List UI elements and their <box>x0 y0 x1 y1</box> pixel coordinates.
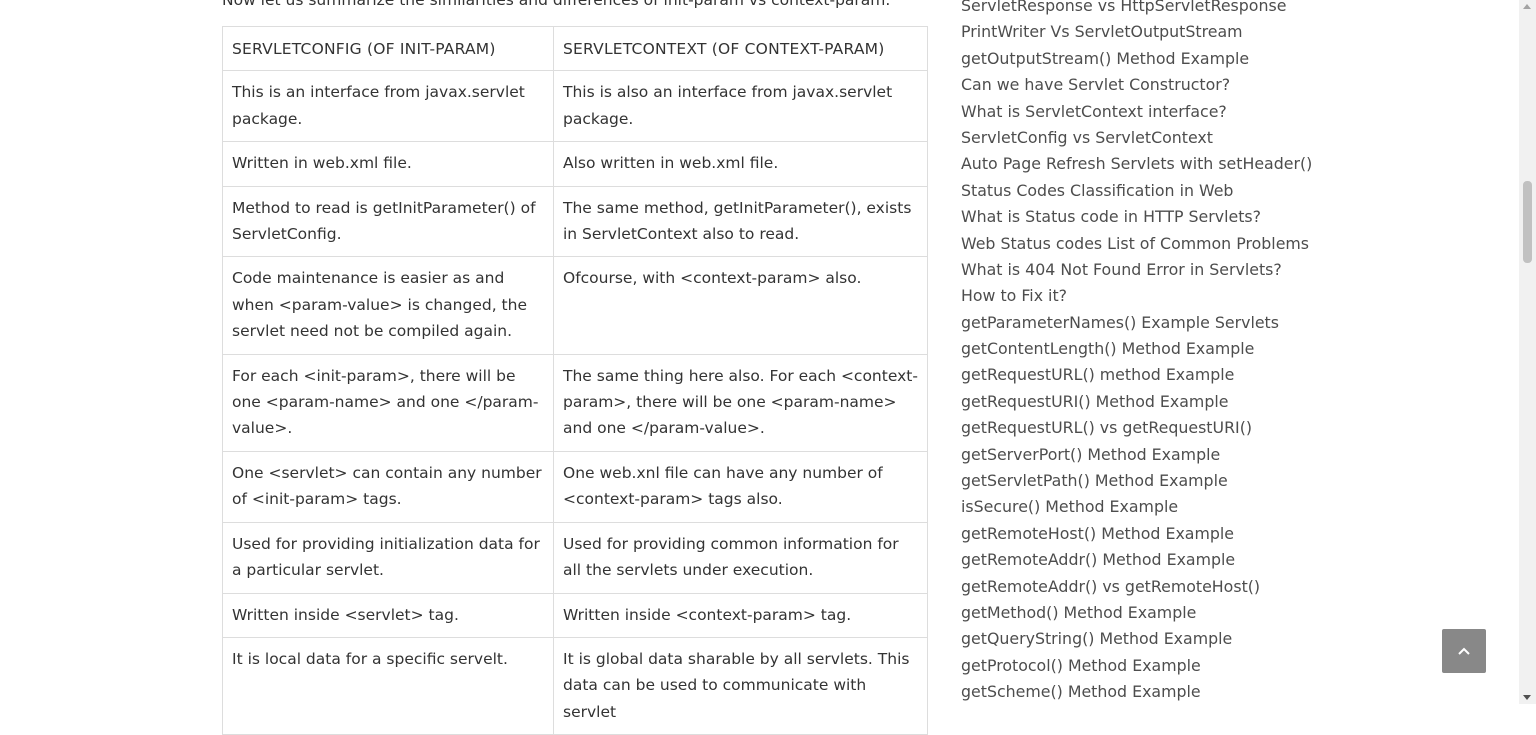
sidebar-item: What is 404 Not Found Error in Servlets? <box>961 257 1306 283</box>
sidebar-link[interactable]: getServletPath() Method Example <box>961 471 1228 490</box>
chevron-up-icon <box>1458 647 1470 655</box>
table-row: Written inside <servlet> tag. Written in… <box>222 592 928 638</box>
sidebar-link[interactable]: getRemoteHost() Method Example <box>961 524 1234 543</box>
sidebar-link[interactable]: What is 404 Not Found Error in Servlets? <box>961 260 1282 279</box>
sidebar-item: getRequestURI() Method Example <box>961 389 1306 415</box>
sidebar-link[interactable]: getRemoteAddr() Method Example <box>961 550 1235 569</box>
sidebar-link[interactable]: getMethod() Method Example <box>961 603 1196 622</box>
table-cell: Used for providing common information fo… <box>553 521 928 594</box>
sidebar-link[interactable]: getRemoteAddr() vs getRemoteHost() <box>961 577 1260 596</box>
sidebar-item: getMethod() Method Example <box>961 600 1306 626</box>
sidebar-item: getContentLength() Method Example <box>961 336 1306 362</box>
sidebar-item: ServletResponse vs HttpServletResponse <box>961 0 1306 19</box>
sidebar-item: getRequestURL() method Example <box>961 362 1306 388</box>
sidebar-link[interactable]: ServletConfig vs ServletContext <box>961 128 1213 147</box>
table-cell: Also written in web.xml file. <box>553 141 928 187</box>
scrollbar-thumb[interactable] <box>1523 181 1532 263</box>
sidebar-link[interactable]: Can we have Servlet Constructor? <box>961 75 1230 94</box>
sidebar-link[interactable]: PrintWriter Vs ServletOutputStream <box>961 22 1243 41</box>
sidebar-link[interactable]: ServletResponse vs HttpServletResponse <box>961 0 1286 15</box>
sidebar-item: getOutputStream() Method Example <box>961 46 1306 72</box>
sidebar-item: getScheme() Method Example <box>961 679 1306 705</box>
intro-paragraph: Now let us summarize the similarities an… <box>222 0 891 9</box>
table-row: Method to read is getInitParameter() of … <box>222 185 928 258</box>
table-cell: It is local data for a specific servelt. <box>222 636 554 735</box>
table-cell: For each <init-param>, there will be one… <box>222 353 554 452</box>
table-row: For each <init-param>, there will be one… <box>222 353 928 452</box>
sidebar-item: What is Status code in HTTP Servlets? <box>961 204 1306 230</box>
table-cell: It is global data sharable by all servle… <box>553 636 928 735</box>
sidebar-item: getProtocol() Method Example <box>961 653 1306 679</box>
sidebar-link[interactable]: getRequestURL() method Example <box>961 365 1234 384</box>
table-cell: Written in web.xml file. <box>222 141 554 187</box>
sidebar-link[interactable]: getScheme() Method Example <box>961 682 1201 701</box>
sidebar-item: getRemoteAddr() vs getRemoteHost() <box>961 574 1306 600</box>
sidebar-item: getRequestURL() vs getRequestURI() <box>961 415 1306 441</box>
table-cell: Written inside <context-param> tag. <box>553 592 928 638</box>
sidebar-item: getParameterNames() Example Servlets <box>961 310 1306 336</box>
table-cell: Used for providing initialization data f… <box>222 521 554 594</box>
sidebar-item: getRemoteHost() Method Example <box>961 521 1306 547</box>
table-row: It is local data for a specific servelt.… <box>222 636 928 735</box>
table-cell: Ofcourse, with <context-param> also. <box>553 256 928 355</box>
table-cell: One web.xnl file can have any number of … <box>553 450 928 523</box>
table-cell: Code maintenance is easier as and when <… <box>222 256 554 355</box>
sidebar-link[interactable]: getServerPort() Method Example <box>961 445 1220 464</box>
sidebar-item: Auto Page Refresh Servlets with setHeade… <box>961 151 1312 177</box>
sidebar-link[interactable]: getProtocol() Method Example <box>961 656 1201 675</box>
scroll-up-arrow-icon[interactable] <box>1523 4 1531 9</box>
table-row: Used for providing initialization data f… <box>222 521 928 594</box>
sidebar-item: ServletConfig vs ServletContext <box>961 125 1306 151</box>
sidebar-link[interactable]: getRequestURI() Method Example <box>961 392 1228 411</box>
table-cell: One <servlet> can contain any number of … <box>222 450 554 523</box>
sidebar-link[interactable]: Status Codes Classification in Web <box>961 181 1233 200</box>
sidebar-item: getServerPort() Method Example <box>961 442 1306 468</box>
header-servletcontext: SERVLETCONTEXT (OF CONTEXT-PARAM) <box>553 25 928 72</box>
sidebar-item: Can we have Servlet Constructor? <box>961 72 1306 98</box>
table-cell: The same method, getInitParameter(), exi… <box>553 185 928 258</box>
sidebar-item: Status Codes Classification in Web <box>961 178 1306 204</box>
sidebar-item: What is ServletContext interface? <box>961 99 1306 125</box>
sidebar-item: getRemoteAddr() Method Example <box>961 547 1306 573</box>
table-cell: The same thing here also. For each <cont… <box>553 353 928 452</box>
comparison-table: SERVLETCONFIG (OF INIT-PARAM) SERVLETCON… <box>222 25 928 735</box>
sidebar-item: isSecure() Method Example <box>961 494 1306 520</box>
sidebar-link[interactable]: Web Status codes List of Common Problems <box>961 234 1309 253</box>
scroll-to-top-button[interactable] <box>1442 629 1486 673</box>
sidebar-link[interactable]: getRequestURL() vs getRequestURI() <box>961 418 1252 437</box>
sidebar-item: getServletPath() Method Example <box>961 468 1306 494</box>
sidebar-link-list: ServletResponse vs HttpServletResponse P… <box>961 0 1312 706</box>
sidebar-item: getQueryString() Method Example <box>961 626 1306 652</box>
sidebar-link[interactable]: What is ServletContext interface? <box>961 102 1227 121</box>
table-row: Written in web.xml file. Also written in… <box>222 141 928 187</box>
sidebar-item: Web Status codes List of Common Problems <box>961 231 1309 257</box>
sidebar-link[interactable]: Auto Page Refresh Servlets with setHeade… <box>961 154 1312 173</box>
table-row: One <servlet> can contain any number of … <box>222 450 928 523</box>
sidebar-link[interactable]: isSecure() Method Example <box>961 497 1178 516</box>
sidebar-link[interactable]: How to Fix it? <box>961 286 1067 305</box>
table-cell: Method to read is getInitParameter() of … <box>222 185 554 258</box>
table-cell: This is an interface from javax.servlet … <box>222 70 554 143</box>
sidebar-link[interactable]: getContentLength() Method Example <box>961 339 1254 358</box>
table-cell: This is also an interface from javax.ser… <box>553 70 928 143</box>
sidebar-item: How to Fix it? <box>961 283 1306 309</box>
table-header-row: SERVLETCONFIG (OF INIT-PARAM) SERVLETCON… <box>222 25 928 72</box>
table-row: This is an interface from javax.servlet … <box>222 70 928 143</box>
table-row: Code maintenance is easier as and when <… <box>222 256 928 355</box>
header-servletconfig: SERVLETCONFIG (OF INIT-PARAM) <box>222 25 554 72</box>
page-scrollbar[interactable] <box>1519 0 1536 704</box>
sidebar-link[interactable]: What is Status code in HTTP Servlets? <box>961 207 1261 226</box>
scroll-down-arrow-icon[interactable] <box>1523 695 1531 700</box>
sidebar-item: PrintWriter Vs ServletOutputStream <box>961 19 1306 45</box>
sidebar-link[interactable]: getParameterNames() Example Servlets <box>961 313 1279 332</box>
sidebar-link[interactable]: getOutputStream() Method Example <box>961 49 1249 68</box>
table-cell: Written inside <servlet> tag. <box>222 592 554 638</box>
sidebar-link[interactable]: getQueryString() Method Example <box>961 629 1232 648</box>
